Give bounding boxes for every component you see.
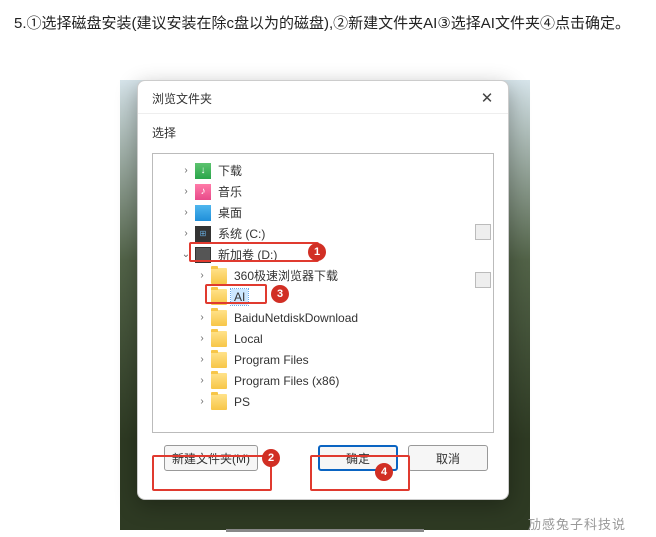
music-icon (195, 184, 211, 200)
watermark-text: 劢感兔子科技说 (528, 514, 626, 533)
tree-label: 系统 (C:) (215, 224, 268, 243)
tree-item-local[interactable]: › Local (153, 328, 493, 349)
chevron-right-icon: › (195, 374, 209, 388)
chevron-right-icon: › (179, 185, 193, 199)
tree-item-baidu[interactable]: › BaiduNetdiskDownload (153, 307, 493, 328)
scroll-down-stub[interactable] (475, 272, 491, 288)
tree-label: 桌面 (215, 203, 245, 222)
folder-icon (211, 310, 227, 326)
chevron-right-icon: › (179, 206, 193, 220)
desktop-icon (195, 205, 211, 221)
tree-label: 音乐 (215, 182, 245, 201)
new-folder-button[interactable]: 新建文件夹(M) (164, 445, 258, 471)
tree-label: Local (231, 331, 266, 347)
chevron-blank (195, 290, 209, 304)
tree-label: AI (231, 289, 248, 305)
chevron-down-icon: ⌄ (179, 248, 193, 262)
folder-icon (211, 331, 227, 347)
chevron-right-icon: › (195, 395, 209, 409)
tree-label: 新加卷 (D:) (215, 245, 280, 264)
folder-icon (211, 289, 227, 305)
tree-label: PS (231, 394, 253, 410)
chevron-right-icon: › (179, 164, 193, 178)
tree-item-ai[interactable]: AI (153, 286, 493, 307)
tree-item-system-c[interactable]: › 系统 (C:) (153, 223, 493, 244)
tree-label: Program Files (x86) (231, 373, 342, 389)
dialog-title: 浏览文件夹 (152, 90, 212, 107)
chevron-right-icon: › (195, 269, 209, 283)
tree-item-downloads[interactable]: › 下载 (153, 160, 493, 181)
folder-tree[interactable]: › 下载 › 音乐 › 桌面 › 系统 (C:) ⌄ (152, 153, 494, 433)
system-drive-icon (195, 226, 211, 242)
chevron-right-icon: › (179, 227, 193, 241)
tree-label: 下载 (215, 161, 245, 180)
tree-label: Program Files (231, 352, 312, 368)
tree-item-drive-d[interactable]: ⌄ 新加卷 (D:) (153, 244, 493, 265)
tree-item-desktop[interactable]: › 桌面 (153, 202, 493, 223)
tree-item-ps[interactable]: › PS (153, 391, 493, 412)
tree-item-music[interactable]: › 音乐 (153, 181, 493, 202)
bottom-bar-fragment (226, 529, 424, 537)
dialog-titlebar: 浏览文件夹 ✕ (138, 81, 508, 114)
close-icon[interactable]: ✕ (478, 89, 496, 107)
browse-folder-dialog: 浏览文件夹 ✕ 选择 › 下载 › 音乐 › 桌面 › 系统 (137, 80, 509, 500)
folder-icon (211, 352, 227, 368)
folder-icon (211, 394, 227, 410)
select-label: 选择 (152, 124, 494, 141)
cancel-button[interactable]: 取消 (408, 445, 488, 471)
download-icon (195, 163, 211, 179)
chevron-right-icon: › (195, 353, 209, 367)
tree-label: 360极速浏览器下载 (231, 266, 341, 285)
instruction-text: 5.①选择磁盘安装(建议安装在除c盘以为的磁盘),②新建文件夹AI③选择AI文件… (0, 0, 656, 37)
tree-item-360browser[interactable]: › 360极速浏览器下载 (153, 265, 493, 286)
folder-icon (211, 268, 227, 284)
dialog-button-row: 新建文件夹(M) 确定 取消 (152, 433, 494, 485)
tree-label: BaiduNetdiskDownload (231, 310, 361, 326)
tree-item-program-files-x86[interactable]: › Program Files (x86) (153, 370, 493, 391)
folder-icon (211, 373, 227, 389)
tree-item-program-files[interactable]: › Program Files (153, 349, 493, 370)
scroll-up-stub[interactable] (475, 224, 491, 240)
ok-button[interactable]: 确定 (318, 445, 398, 471)
chevron-right-icon: › (195, 332, 209, 346)
chevron-right-icon: › (195, 311, 209, 325)
drive-icon (195, 247, 211, 263)
